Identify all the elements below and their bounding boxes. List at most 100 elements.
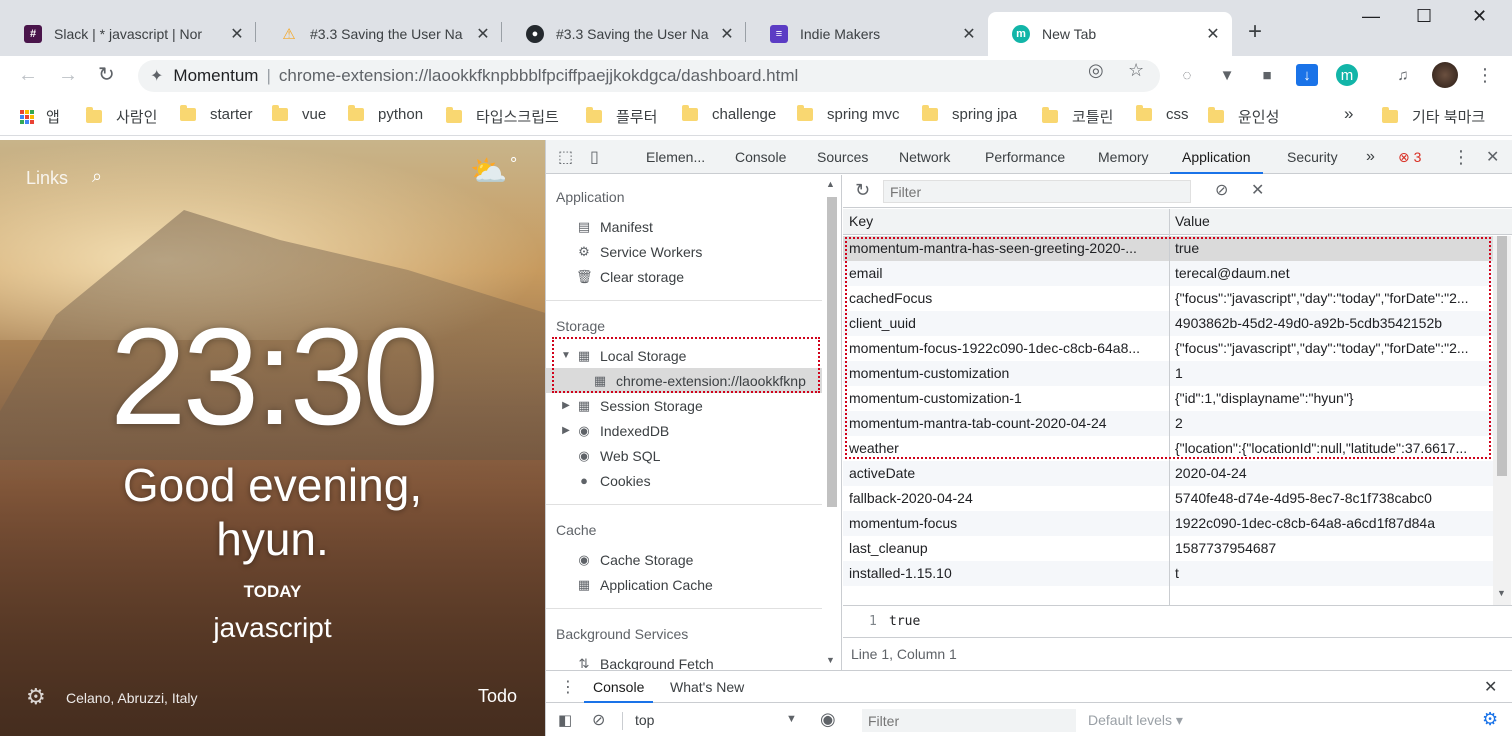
vuejs-devtools-icon[interactable]: ▼: [1216, 64, 1238, 86]
maximize-icon[interactable]: ☐: [1416, 6, 1432, 27]
table-row[interactable]: fallback-2020-04-24 5740fe48-d74e-4d95-8e…: [843, 486, 1493, 511]
tab-console[interactable]: Console: [735, 140, 786, 174]
column-header-key[interactable]: Key: [849, 213, 873, 229]
row-value[interactable]: 2020-04-24: [1169, 461, 1493, 486]
storage-filter-input[interactable]: [883, 180, 1191, 203]
eye-icon[interactable]: ◉: [820, 709, 836, 730]
greeting-name[interactable]: hyun.: [0, 512, 545, 566]
links-button[interactable]: Links: [26, 168, 68, 189]
tab-sources[interactable]: Sources: [817, 140, 868, 174]
device-toolbar-icon[interactable]: ▯: [590, 147, 599, 167]
clear-console-icon[interactable]: ⊘: [592, 710, 605, 730]
sidebar-item-service-workers[interactable]: ⚙ Service Workers: [576, 239, 702, 264]
table-scrollbar[interactable]: ▼: [1493, 236, 1511, 605]
scroll-up-icon[interactable]: ▲: [826, 179, 835, 189]
devtools-close-icon[interactable]: ✕: [1486, 147, 1499, 167]
drawer-close-icon[interactable]: ✕: [1484, 677, 1497, 697]
bookmark-folder[interactable]: 윤인성: [1208, 106, 1279, 127]
close-icon[interactable]: ✕: [474, 24, 492, 44]
browser-tab-new-tab[interactable]: m New Tab ✕: [988, 12, 1232, 56]
inspect-element-icon[interactable]: ⬚: [558, 147, 573, 167]
row-key[interactable]: activeDate: [843, 461, 1169, 486]
scroll-down-icon[interactable]: ▼: [826, 655, 835, 665]
media-control-icon[interactable]: ♫: [1392, 64, 1414, 86]
scrollbar-thumb[interactable]: [1497, 236, 1507, 476]
row-value[interactable]: t: [1169, 561, 1493, 586]
row-key[interactable]: fallback-2020-04-24: [843, 486, 1169, 511]
browser-tab-indie-makers[interactable]: ≡ Indie Makers ✕: [746, 12, 988, 56]
sidebar-item-cookies[interactable]: ● Cookies: [576, 468, 651, 493]
reload-icon[interactable]: ↻: [98, 64, 115, 86]
row-key[interactable]: momentum-focus: [843, 511, 1169, 536]
settings-gear-icon[interactable]: ⚙: [26, 684, 46, 710]
focus-text[interactable]: javascript: [0, 612, 545, 644]
table-row[interactable]: activeDate 2020-04-24: [843, 461, 1493, 486]
photo-location[interactable]: Celano, Abruzzi, Italy: [66, 690, 198, 706]
close-icon[interactable]: ✕: [718, 24, 736, 44]
bookmark-apps[interactable]: 앱: [20, 106, 60, 127]
row-value[interactable]: 1922c090-1dec-c8cb-64a8-a6cd1f87d84a: [1169, 511, 1493, 536]
bookmark-folder[interactable]: css: [1136, 105, 1189, 123]
sidebar-scrollbar[interactable]: ▲ ▼: [824, 179, 838, 667]
address-bar[interactable]: ✦ Momentum | chrome-extension://laookkfk…: [138, 60, 1160, 92]
close-icon[interactable]: ✕: [1204, 24, 1222, 44]
bookmark-folder[interactable]: 플루터: [586, 106, 657, 127]
row-key[interactable]: last_cleanup: [843, 536, 1169, 561]
bookmark-folder[interactable]: 사람인: [86, 106, 157, 127]
tab-application[interactable]: Application: [1170, 140, 1263, 174]
browser-tab-slack[interactable]: # Slack | * javascript | Nor ✕: [0, 12, 256, 56]
more-tabs-button[interactable]: »: [1366, 140, 1375, 174]
extension-icon[interactable]: ◌: [1176, 64, 1198, 86]
browser-tab-nomad[interactable]: ⚠ #3.3 Saving the User Na ✕: [256, 12, 502, 56]
forward-arrow-icon[interactable]: →: [58, 64, 78, 86]
console-filter-input[interactable]: [862, 709, 1076, 732]
sidebar-item-indexeddb[interactable]: ▶ ◉ IndexedDB: [560, 418, 669, 443]
location-target-icon[interactable]: ◎: [1088, 60, 1104, 81]
scrollbar-thumb[interactable]: [827, 197, 837, 507]
row-value[interactable]: 5740fe48-d74e-4d95-8ec7-8c1f738cabc0: [1169, 486, 1493, 511]
delete-selected-icon[interactable]: ✕: [1251, 180, 1264, 200]
drawer-menu-icon[interactable]: ⋮: [560, 677, 576, 697]
tab-security[interactable]: Security: [1287, 140, 1338, 174]
avatar[interactable]: [1432, 62, 1458, 88]
table-row[interactable]: installed-1.15.10 t: [843, 561, 1493, 586]
sidebar-item-manifest[interactable]: ▤ Manifest: [576, 214, 653, 239]
sidebar-item-web-sql[interactable]: ◉ Web SQL: [576, 443, 660, 468]
clear-all-icon[interactable]: ⊘: [1215, 180, 1228, 200]
sidebar-item-cache-storage[interactable]: ◉ Cache Storage: [576, 547, 693, 572]
download-icon[interactable]: ↓: [1296, 64, 1318, 86]
drawer-tab-whats-new[interactable]: What's New: [670, 671, 744, 703]
todo-button[interactable]: Todo: [478, 686, 517, 707]
minimize-icon[interactable]: —: [1362, 6, 1380, 27]
tab-memory[interactable]: Memory: [1098, 140, 1149, 174]
sidebar-item-session-storage[interactable]: ▶ ▦ Session Storage: [560, 393, 703, 418]
new-tab-button[interactable]: +: [1248, 18, 1262, 46]
error-count-badge[interactable]: ⊗ 3: [1398, 140, 1421, 174]
bookmark-other[interactable]: 기타 북마크: [1382, 106, 1485, 127]
tab-network[interactable]: Network: [899, 140, 950, 174]
preview-text[interactable]: true: [889, 614, 920, 629]
tab-elements[interactable]: Elemen...: [646, 140, 705, 174]
context-selector[interactable]: top: [635, 712, 654, 728]
search-icon[interactable]: ⌕: [92, 166, 102, 187]
column-header-value[interactable]: Value: [1175, 213, 1210, 229]
window-close-icon[interactable]: ✕: [1472, 6, 1487, 27]
log-levels-dropdown[interactable]: Default levels ▾: [1088, 712, 1183, 729]
bookmark-folder[interactable]: 코틀린: [1042, 106, 1113, 127]
bookmark-folder[interactable]: spring jpa: [922, 105, 1017, 123]
bookmark-folder[interactable]: vue: [272, 105, 326, 123]
close-icon[interactable]: ✕: [228, 24, 246, 44]
back-arrow-icon[interactable]: ←: [18, 64, 38, 86]
row-value[interactable]: 1587737954687: [1169, 536, 1493, 561]
console-settings-gear-icon[interactable]: ⚙: [1482, 709, 1498, 730]
bookmark-folder[interactable]: 타입스크립트: [446, 106, 559, 127]
devtools-menu-icon[interactable]: ⋮: [1452, 147, 1470, 168]
sidebar-item-background-fetch[interactable]: ⇅ Background Fetch: [576, 651, 714, 671]
chevron-down-icon[interactable]: ▼: [786, 713, 797, 725]
camera-icon[interactable]: ■: [1256, 64, 1278, 86]
bookmark-folder[interactable]: starter: [180, 105, 253, 123]
row-key[interactable]: installed-1.15.10: [843, 561, 1169, 586]
drawer-tab-console[interactable]: Console: [584, 671, 654, 703]
scroll-down-icon[interactable]: ▼: [1497, 588, 1506, 598]
close-icon[interactable]: ✕: [960, 24, 978, 44]
